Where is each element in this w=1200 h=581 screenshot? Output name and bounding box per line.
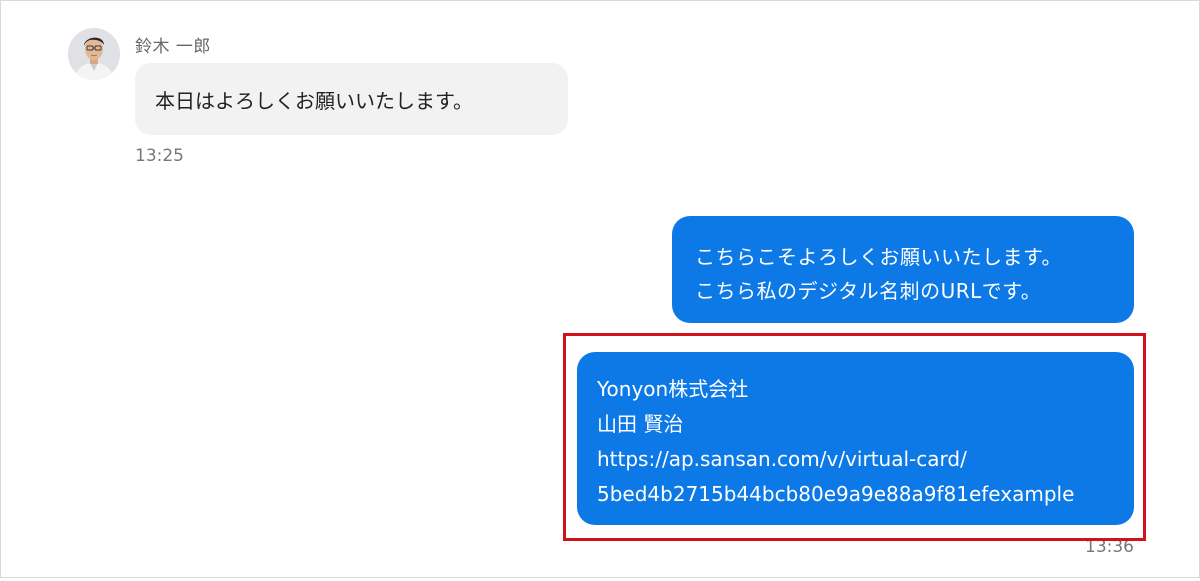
incoming-message-bubble[interactable]: 本日はよろしくお願いいたします。 <box>135 63 568 135</box>
time-clip-region: 13:36 <box>1 541 1200 581</box>
user-avatar-icon[interactable] <box>68 28 120 80</box>
card-url-line[interactable]: https://ap.sansan.com/v/virtual-card/ <box>597 442 1134 477</box>
outgoing-message-bubble[interactable]: こちらこそよろしくお願いいたします。 こちら私のデジタル名刺のURLです。 <box>672 216 1134 323</box>
card-url-line[interactable]: 5bed4b2715b44bcb80e9a9e88a9f81efexample <box>597 477 1134 512</box>
outgoing-message-line: こちら私のデジタル名刺のURLです。 <box>695 279 1042 303</box>
outgoing-message-line: こちらこそよろしくお願いいたします。 <box>695 245 1062 269</box>
digital-business-card-bubble[interactable]: Yonyon株式会社 山田 賢治 https://ap.sansan.com/v… <box>577 352 1134 525</box>
chat-window: 鈴木 一郎 本日はよろしくお願いいたします。 13:25 こちらこそよろしくお願… <box>0 0 1200 578</box>
card-company-name: Yonyon株式会社 <box>597 377 749 401</box>
sender-name: 鈴木 一郎 <box>135 37 211 57</box>
outgoing-message-time: 13:36 <box>1085 541 1134 557</box>
card-person-name: 山田 賢治 <box>597 412 684 436</box>
incoming-message-time: 13:25 <box>135 146 184 166</box>
incoming-message-text: 本日はよろしくお願いいたします。 <box>155 88 473 113</box>
